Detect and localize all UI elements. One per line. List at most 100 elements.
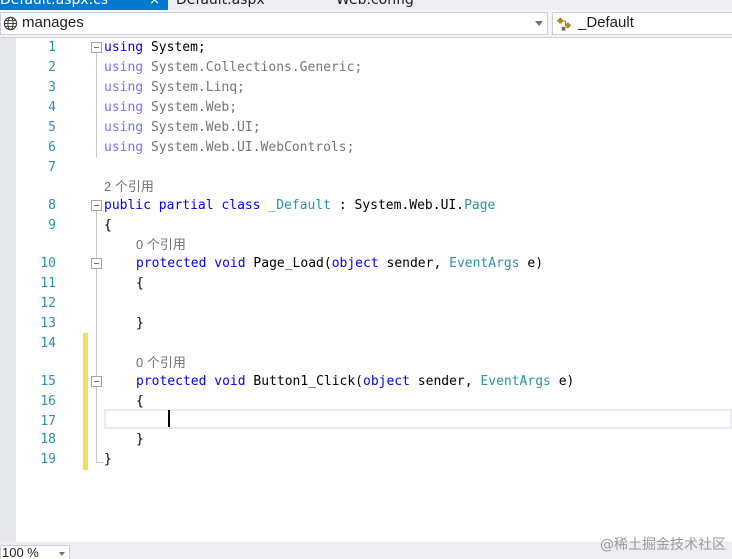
tab-default-aspx-cs[interactable]: Default.aspx.cs × [0,0,168,10]
chevron-down-icon [59,552,65,556]
keyword: using [104,80,144,95]
current-line-highlight [104,409,732,429]
keyword: protected [136,256,207,271]
keyword: protected [136,374,207,389]
keyword: void [214,256,246,271]
line-number: 10 [40,256,56,271]
code-line-15[interactable]: protected void Button1_Click(object send… [136,372,574,391]
type-name: EventArgs [480,374,551,389]
outline-guide [96,52,97,158]
keyword: object [363,374,410,389]
line-number: 3 [48,80,56,95]
line-number: 15 [40,374,56,389]
tab-label: Web.config [336,0,414,8]
code-text: System.Web.UI.WebControls; [143,140,355,155]
collapse-icon[interactable] [91,200,102,211]
codelens-references[interactable]: 2 个引用 [104,177,154,196]
keyword: void [214,374,246,389]
member-dropdown[interactable]: _Default [552,12,732,35]
keyword: using [104,140,144,155]
text-caret [168,410,170,427]
code-text: e) [519,256,544,271]
class-icon [557,17,572,31]
collapse-icon[interactable] [91,258,102,269]
line-number: 14 [40,336,56,351]
outline-guide [96,386,97,442]
code-line-5[interactable]: using System.Web.UI; [104,118,261,137]
watermark: @稀土掘金技术社区 [600,537,726,553]
code-editor[interactable]: 1 2 3 4 5 6 7 8 9 10 11 12 13 14 15 16 1… [0,38,732,542]
change-marker [83,352,88,470]
zoom-dropdown[interactable]: 100 % [0,545,70,559]
keyword: using [104,100,144,115]
line-number: 8 [48,198,56,213]
collapse-icon[interactable] [91,42,102,53]
code-line-11[interactable]: { [136,274,144,293]
code-line-6[interactable]: using System.Web.UI.WebControls; [104,138,354,157]
zoom-level: 100 % [2,545,39,559]
line-number: 9 [48,218,56,233]
line-number: 12 [40,296,56,311]
navigation-bar: manages _Default [0,10,732,38]
code-text: System; [143,40,206,55]
glyph-margin [0,38,16,542]
tab-label: Default.aspx [176,0,265,8]
project-dropdown[interactable]: manages [0,12,548,35]
line-number: 2 [48,60,56,75]
line-number: 17 [40,414,56,429]
code-text: e) [550,374,575,389]
tab-web-config[interactable]: Web.config [330,0,420,10]
keyword: public [104,198,151,213]
globe-icon [3,16,18,31]
line-number: 6 [48,140,56,155]
code-line-2[interactable]: using System.Collections.Generic; [104,58,362,77]
line-number: 18 [40,432,56,447]
project-name: manages [22,14,84,31]
collapse-icon[interactable] [91,376,102,387]
keyword: class [221,198,261,213]
line-number: 4 [48,100,56,115]
code-text: System.Web; [143,100,238,115]
keyword: partial [158,198,214,213]
line-number: 19 [40,452,56,467]
code-line-3[interactable]: using System.Linq; [104,78,245,97]
codelens-references[interactable]: 0 个引用 [136,235,186,254]
keyword: object [331,256,379,271]
method-name: Page_Load( [253,256,332,271]
change-marker [83,333,88,353]
close-tab-icon[interactable]: × [149,0,160,8]
chevron-down-icon [535,21,543,26]
code-line-16[interactable]: { [136,392,144,411]
line-number: 1 [48,40,56,55]
code-text: sender, [378,256,450,271]
code-text: System.Linq; [143,80,245,95]
code-text: System.Collections.Generic; [143,60,363,75]
class-name: _Default [268,198,332,213]
type-name: EventArgs [449,256,520,271]
keyword: using [104,60,144,75]
outline-guide [96,268,97,326]
document-tab-strip: Default.aspx.cs × Default.aspx Web.confi… [0,0,732,10]
code-text: System.Web.UI; [143,120,261,135]
outline-guide-end [96,462,103,463]
code-text: : System.Web.UI. [331,198,465,213]
line-number: 16 [40,394,56,409]
line-number: 5 [48,120,56,135]
tab-label: Default.aspx.cs [0,0,109,8]
method-name: Button1_Click( [253,374,363,389]
code-line-18[interactable]: } [136,430,144,449]
code-text: sender, [409,374,481,389]
codelens-references[interactable]: 0 个引用 [136,353,186,372]
keyword: using [104,120,144,135]
code-line-4[interactable]: using System.Web; [104,98,237,117]
tab-default-aspx[interactable]: Default.aspx [170,0,271,10]
code-line-8[interactable]: public partial class _Default : System.W… [104,196,495,215]
code-line-13[interactable]: } [136,314,144,333]
code-line-10[interactable]: protected void Page_Load(object sender, … [136,254,543,273]
type-name: Page [464,198,496,213]
code-line-19[interactable]: } [104,450,112,469]
member-name: _Default [578,14,634,31]
code-line-1[interactable]: using System; [104,38,206,57]
line-number: 11 [40,276,56,291]
code-line-9[interactable]: { [104,216,112,235]
